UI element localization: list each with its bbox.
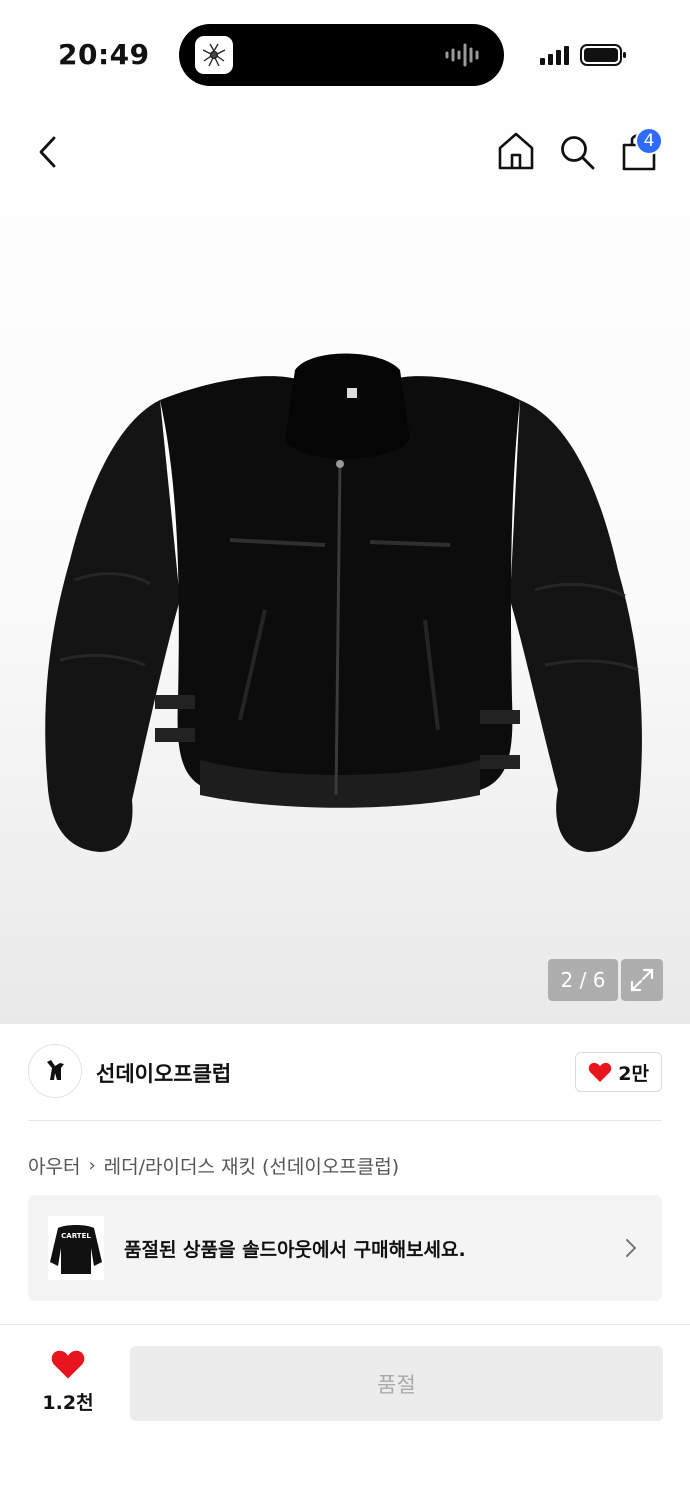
brand-like-button[interactable]: 2만 [575, 1052, 662, 1092]
breadcrumb-category[interactable]: 아우터 [28, 1152, 80, 1179]
divider [28, 1120, 662, 1121]
heart-icon [589, 1062, 612, 1082]
audio-wave-icon [444, 41, 482, 73]
heart-icon [51, 1350, 85, 1379]
app-thumbnail-icon [195, 36, 233, 74]
soldout-message: 품절된 상품을 솔드아웃에서 구매해보세요. [124, 1239, 466, 1261]
chevron-right-icon [624, 1237, 638, 1263]
status-time: 20:49 [58, 38, 150, 71]
brand-name[interactable]: 선데이오프클럽 [96, 1058, 231, 1088]
battery-icon [580, 43, 628, 71]
expand-icon [630, 968, 654, 992]
back-button[interactable] [28, 130, 68, 174]
soldout-button[interactable]: 품절 [130, 1346, 663, 1421]
chevron-right-icon: › [88, 1155, 96, 1176]
product-image [45, 353, 642, 852]
fullscreen-button[interactable] [621, 959, 663, 1001]
image-pager: 2 / 6 [548, 959, 618, 1001]
product-image-gallery[interactable]: 20:49 4 2 / 6 [0, 0, 690, 1024]
wishlist-count: 1.2천 [42, 1392, 94, 1414]
home-icon[interactable] [494, 128, 538, 174]
breadcrumb-subcategory[interactable]: 레더/라이더스 재킷 (선데이오프클럽) [104, 1152, 400, 1179]
brand-logo[interactable] [28, 1044, 82, 1098]
signal-icon [540, 45, 572, 69]
soldout-thumbnail: CARTEL [48, 1216, 104, 1280]
thumb-print: CARTEL [61, 1232, 91, 1240]
search-icon[interactable] [555, 130, 599, 174]
dynamic-island [179, 24, 504, 86]
wishlist-button[interactable]: 1.2천 [28, 1348, 108, 1418]
brand-like-count: 2만 [618, 1062, 649, 1085]
divider [0, 1324, 690, 1325]
cart-count-badge: 4 [635, 127, 663, 155]
soldout-banner[interactable]: CARTEL 품절된 상품을 솔드아웃에서 구매해보세요. [28, 1195, 662, 1301]
brand-row: 선데이오프클럽 2만 [28, 1044, 662, 1100]
breadcrumb: 아우터 › 레더/라이더스 재킷 (선데이오프클럽) [28, 1152, 399, 1179]
